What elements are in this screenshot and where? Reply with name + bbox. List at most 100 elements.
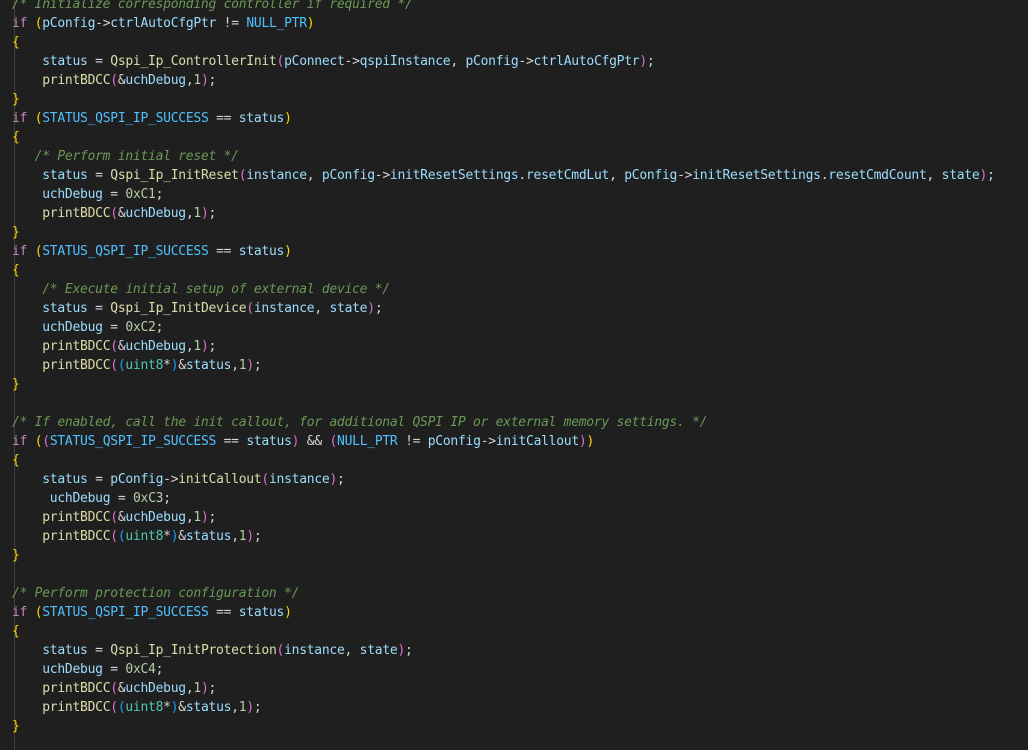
code-line[interactable]: } xyxy=(12,375,20,394)
code-token: ; xyxy=(253,358,262,373)
code-line[interactable]: /* Initialize corresponding controller i… xyxy=(12,0,413,14)
code-token: instance xyxy=(284,643,345,658)
code-token: { xyxy=(12,35,20,50)
code-line[interactable]: } xyxy=(12,546,20,565)
code-line[interactable]: { xyxy=(12,622,20,641)
code-line[interactable]: if (STATUS_QSPI_IP_SUCCESS == status) xyxy=(12,109,292,128)
code-token: initResetSettings xyxy=(692,168,821,183)
code-line[interactable]: /* Perform protection configuration */ xyxy=(12,584,299,603)
code-line[interactable]: } xyxy=(12,90,20,109)
code-line[interactable]: printBDCC(&uchDebug,1); xyxy=(12,508,216,527)
code-token: printBDCC xyxy=(42,339,111,354)
code-token: * xyxy=(163,700,171,715)
code-token: instance xyxy=(268,472,330,487)
code-line[interactable]: /* Perform initial reset */ xyxy=(12,147,239,166)
code-token: ) xyxy=(200,206,209,221)
code-token: ; xyxy=(208,73,217,88)
code-line[interactable]: uchDebug = 0xC3; xyxy=(12,489,171,508)
code-line[interactable]: status = Qspi_Ip_ControllerInit(pConnect… xyxy=(12,52,654,71)
code-token: status xyxy=(185,700,232,715)
code-line[interactable]: printBDCC(&uchDebug,1); xyxy=(12,71,216,90)
code-line[interactable]: } xyxy=(12,717,20,736)
code-token: -> xyxy=(677,168,693,183)
code-line[interactable]: if (pConfig->ctrlAutoCfgPtr != NULL_PTR) xyxy=(12,14,315,33)
code-token: ) xyxy=(246,529,254,544)
code-token: if xyxy=(12,605,28,620)
code-token: ; xyxy=(208,206,217,221)
code-line[interactable]: status = pConfig->initCallout(instance); xyxy=(12,470,345,489)
code-token: , xyxy=(314,301,330,316)
code-token: uchDebug xyxy=(49,491,111,506)
code-line[interactable]: { xyxy=(12,33,20,52)
code-line[interactable]: { xyxy=(12,451,20,470)
code-token: printBDCC xyxy=(42,73,111,88)
code-token: ( xyxy=(110,529,118,544)
code-line[interactable]: printBDCC((uint8*)&status,1); xyxy=(12,698,261,717)
code-line[interactable]: { xyxy=(12,261,20,280)
code-token: Qspi_Ip_InitReset xyxy=(110,168,239,183)
code-line[interactable]: printBDCC(&uchDebug,1); xyxy=(12,204,216,223)
code-token: if xyxy=(12,434,28,449)
code-token: ) xyxy=(246,358,254,373)
code-token: uchDebug xyxy=(125,73,186,88)
code-line[interactable]: uchDebug = 0xC2; xyxy=(12,318,163,337)
code-line[interactable]: printBDCC(&uchDebug,1); xyxy=(12,679,216,698)
code-line[interactable]: status = Qspi_Ip_InitProtection(instance… xyxy=(12,641,413,660)
code-token: ctrlAutoCfgPtr xyxy=(110,16,217,31)
code-token: * xyxy=(163,358,171,373)
code-token: ; xyxy=(337,472,345,487)
code-token: } xyxy=(12,225,20,240)
code-line[interactable]: printBDCC((uint8*)&status,1); xyxy=(12,527,261,546)
code-line[interactable]: { xyxy=(12,128,20,147)
code-token: ) xyxy=(367,301,375,316)
code-token: ) xyxy=(329,472,338,487)
code-line[interactable]: /* If enabled, call the init callout, fo… xyxy=(12,413,707,432)
code-editor[interactable]: /* Initialize corresponding controller i… xyxy=(0,0,1028,750)
code-token: instance xyxy=(253,301,315,316)
code-token: pConfig xyxy=(110,472,164,487)
code-line[interactable]: printBDCC((uint8*)&status,1); xyxy=(12,356,261,375)
code-line[interactable]: if (STATUS_QSPI_IP_SUCCESS == status) xyxy=(12,603,292,622)
code-token: if xyxy=(12,16,28,31)
code-line[interactable]: status = Qspi_Ip_InitDevice(instance, st… xyxy=(12,299,382,318)
code-line[interactable]: /* Execute initial setup of external dev… xyxy=(12,280,390,299)
code-token: uchDebug xyxy=(42,320,103,335)
code-token: uchDebug xyxy=(125,339,186,354)
code-token: instance xyxy=(246,168,307,183)
code-line[interactable]: status = Qspi_Ip_InitReset(instance, pCo… xyxy=(12,166,995,185)
code-token: = xyxy=(110,187,118,202)
code-token: = xyxy=(95,301,103,316)
code-token: printBDCC xyxy=(42,700,111,715)
code-token: pConfig xyxy=(427,434,481,449)
code-token: { xyxy=(12,263,20,278)
code-token: = xyxy=(110,320,118,335)
code-line[interactable]: if (STATUS_QSPI_IP_SUCCESS == status) xyxy=(12,242,292,261)
code-line[interactable]: } xyxy=(12,223,20,242)
code-token: 0xC1 xyxy=(125,187,156,202)
code-token: & xyxy=(178,358,186,373)
code-token: status xyxy=(238,111,285,126)
code-line[interactable]: printBDCC(&uchDebug,1); xyxy=(12,337,216,356)
code-token: = xyxy=(95,643,103,658)
code-line[interactable]: uchDebug = 0xC1; xyxy=(12,185,163,204)
code-token: ) xyxy=(397,643,406,658)
code-line[interactable]: if ((STATUS_QSPI_IP_SUCCESS == status) &… xyxy=(12,432,594,451)
code-token: , xyxy=(231,358,239,373)
code-line[interactable]: uchDebug = 0xC4; xyxy=(12,660,163,679)
code-token: initCallout xyxy=(178,472,262,487)
